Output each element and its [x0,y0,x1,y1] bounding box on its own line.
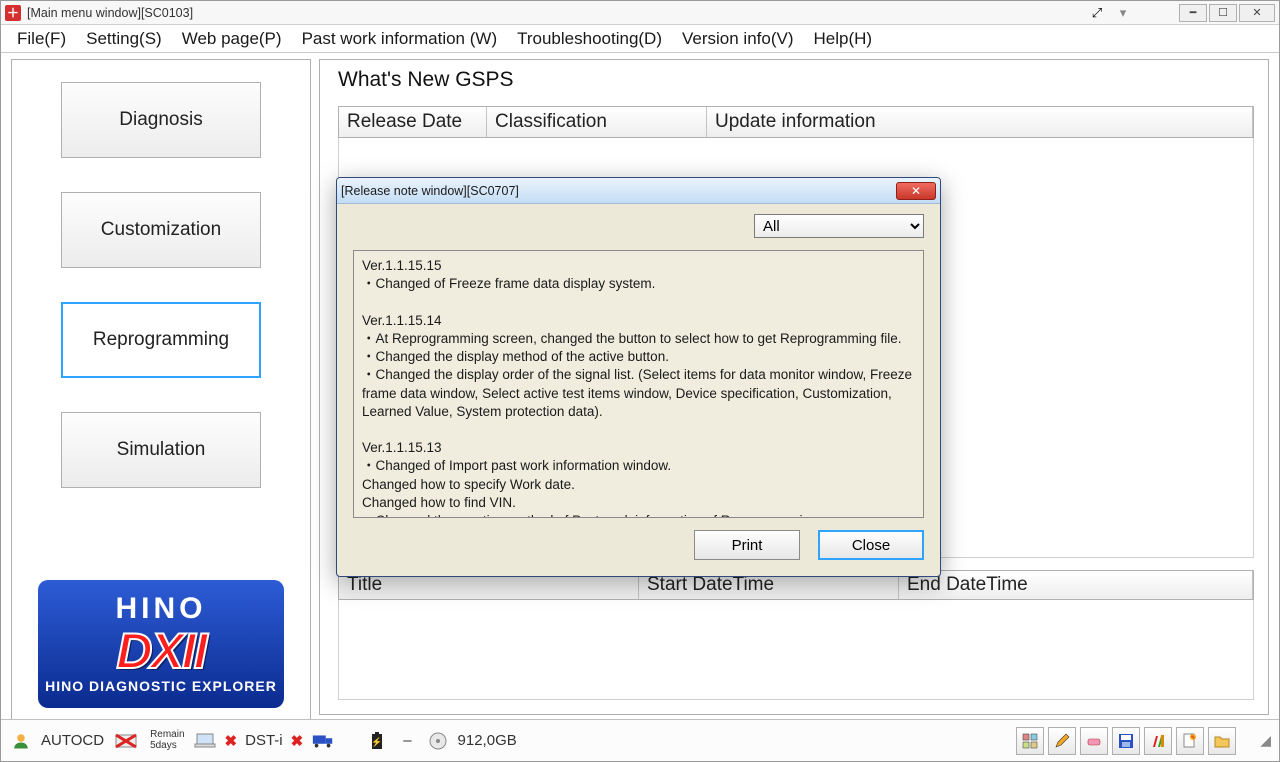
resume-body [338,600,1254,700]
menu-troubleshooting[interactable]: Troubleshooting(D) [507,26,672,52]
laptop-icon [193,729,217,753]
dialog-close-x[interactable]: ✕ [896,182,936,200]
menu-help[interactable]: Help(H) [804,26,883,52]
titlebar: ＋ [Main menu window][SC0103] ⤢ ▾ ━ ☐ ✕ [1,1,1279,25]
statusbar: AUTOCD Remain 5days ✖ DST-i ✖ ⚡ – 912,0G… [1,719,1279,761]
dialog-titlebar: [Release note window][SC0707] ✕ [337,178,940,204]
dialog-title: [Release note window][SC0707] [341,184,519,198]
diagnosis-button[interactable]: Diagnosis [61,82,261,158]
minimize-button[interactable]: ━ [1179,4,1207,22]
chevron-down-icon[interactable]: ▾ [1111,1,1135,25]
logo-line1: HINO [116,594,207,624]
menu-setting[interactable]: Setting(S) [76,26,172,52]
toolbar-btn-folder[interactable] [1208,727,1236,755]
menu-version[interactable]: Version info(V) [672,26,804,52]
menubar: File(F) Setting(S) Web page(P) Past work… [1,25,1279,53]
toolbar-btn-pencil[interactable] [1048,727,1076,755]
filter-select[interactable]: All [754,214,924,238]
window-close-button[interactable]: ✕ [1239,4,1275,22]
disk-icon [426,729,450,753]
whats-new-header: Release Date Classification Update infor… [338,106,1254,138]
app-icon: ＋ [5,5,21,21]
reprogramming-button[interactable]: Reprogramming [61,302,261,378]
truck-icon [311,729,335,753]
left-panel: Diagnosis Customization Reprogramming Si… [11,59,311,727]
close-button[interactable]: Close [818,530,924,560]
status-cross1-icon: ✖ [225,732,238,750]
toolbar-btn-grid[interactable] [1016,727,1044,755]
col-end[interactable]: End DateTime [899,571,1253,599]
toolbar-btn-new-doc[interactable]: ✎ [1176,727,1204,755]
logo: HINO DXII HINO DIAGNOSTIC EXPLORER [38,580,284,708]
col-update-info[interactable]: Update information [707,107,1253,137]
release-notes-text[interactable]: Ver.1.1.15.15 ・Changed of Freeze frame d… [353,250,924,518]
print-button[interactable]: Print [694,530,800,560]
user-icon [9,729,33,753]
menu-file[interactable]: File(F) [7,26,76,52]
col-release-date[interactable]: Release Date [339,107,487,137]
status-dst: DST-i [245,732,283,749]
col-classification[interactable]: Classification [487,107,707,137]
toolbar-btn-save[interactable] [1112,727,1140,755]
logo-line3: HINO DIAGNOSTIC EXPLORER [45,678,277,694]
status-remain: Remain 5days [150,730,184,751]
whats-new-title: What's New GSPS [338,68,514,92]
simulation-button[interactable]: Simulation [61,412,261,488]
toolbar-btn-eraser[interactable] [1080,727,1108,755]
logo-line2: DXII [116,622,205,680]
window-title: [Main menu window][SC0103] [27,6,193,20]
menu-webpage[interactable]: Web page(P) [172,26,292,52]
svg-text:⚡: ⚡ [372,736,383,748]
battery-icon: ⚡ [365,729,389,753]
status-user: AUTOCD [41,732,104,749]
expand-icon[interactable]: ⤢ [1085,1,1109,25]
maximize-button[interactable]: ☐ [1209,4,1237,22]
resize-grip-icon[interactable]: ◢ [1260,732,1271,749]
warning-icon [112,729,142,753]
status-dash: – [397,732,417,749]
release-note-dialog: [Release note window][SC0707] ✕ All Ver.… [336,177,941,577]
menu-past-work[interactable]: Past work information (W) [292,26,508,52]
toolbar-btn-tools[interactable] [1144,727,1172,755]
status-disk: 912,0GB [458,732,517,749]
svg-text:✎: ✎ [1191,735,1195,741]
customization-button[interactable]: Customization [61,192,261,268]
status-cross2-icon: ✖ [291,732,304,750]
